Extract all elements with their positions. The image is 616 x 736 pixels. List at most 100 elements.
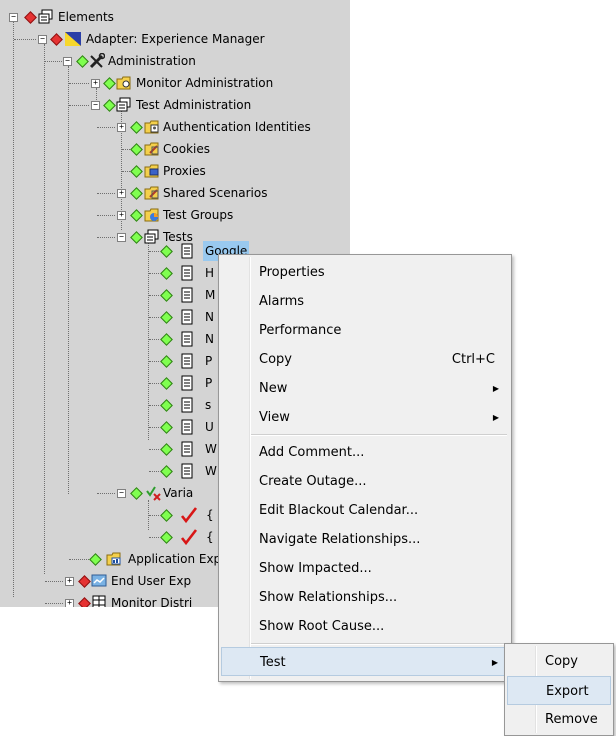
submenu-arrow-icon: ▶ (492, 384, 499, 393)
expand-icon[interactable]: + (117, 123, 126, 132)
menu-item-edit-blackout-calendar[interactable]: Edit Blackout Calendar... (221, 496, 509, 525)
tree-label: P (205, 376, 213, 390)
expand-icon[interactable]: + (117, 189, 126, 198)
collapse-icon[interactable]: − (91, 101, 100, 110)
tree-connector (149, 383, 159, 384)
document-icon (181, 353, 193, 369)
status-diamond-green-icon (160, 443, 173, 456)
status-diamond-green-icon (160, 399, 173, 412)
expand-icon[interactable]: + (91, 79, 100, 88)
document-icon (181, 287, 193, 303)
menu-item-test[interactable]: Test ▶ (221, 647, 509, 676)
tree-label: Proxies (163, 164, 206, 178)
menu-item-view[interactable]: View ▶ (221, 403, 509, 432)
document-icon (181, 397, 193, 413)
tree-row-monitor-administration[interactable]: + Monitor Administration (0, 73, 340, 93)
menu-item-properties[interactable]: Properties (221, 258, 509, 287)
context-menu[interactable]: Properties Alarms Performance Copy Ctrl+C… (218, 254, 512, 682)
end-user-icon (91, 574, 107, 587)
expand-icon[interactable]: + (65, 577, 74, 586)
tree-row-authentication-identities[interactable]: + Authentication Identities (0, 117, 345, 137)
submenu-item-remove[interactable]: Remove (507, 705, 611, 734)
tree-connector (149, 405, 159, 406)
tree-connector (45, 581, 63, 582)
tree-label: U (205, 420, 214, 434)
document-icon (181, 309, 193, 325)
tree-row-administration[interactable]: − Administration (0, 51, 340, 71)
expand-icon[interactable]: + (117, 211, 126, 220)
scenarios-folder-icon (144, 186, 159, 200)
submenu-arrow-icon: ▶ (492, 413, 499, 422)
tree-connector (149, 273, 159, 274)
document-icon (181, 419, 193, 435)
tree-label: Adapter: Experience Manager (86, 32, 265, 46)
tree-row-proxies[interactable]: Proxies (0, 161, 340, 181)
tree-connector (149, 449, 159, 450)
menu-item-show-root-cause[interactable]: Show Root Cause... (221, 612, 509, 641)
tree-label: Test Administration (136, 98, 252, 112)
status-diamond-red-icon (78, 575, 91, 588)
tree-connector (149, 251, 159, 252)
menu-item-create-outage[interactable]: Create Outage... (221, 467, 509, 496)
cookies-folder-icon (144, 142, 159, 156)
tree-label: M (205, 288, 216, 302)
tree-label: Application Exp (128, 552, 222, 566)
application-icon (106, 552, 121, 566)
tree-label: W (205, 464, 217, 478)
tree-label: Elements (58, 10, 114, 24)
menu-item-alarms[interactable]: Alarms (221, 287, 509, 316)
tree-row-test-groups[interactable]: + Test Groups (0, 205, 340, 225)
tree-row-adapter[interactable]: − Adapter: Experience Manager (0, 29, 340, 49)
monitor-admin-icon (116, 76, 131, 90)
tree-row-cookies[interactable]: Cookies (0, 139, 340, 159)
menu-item-show-relationships[interactable]: Show Relationships... (221, 583, 509, 612)
status-diamond-green-icon (103, 99, 116, 112)
tree-connector (97, 237, 115, 238)
status-diamond-green-icon (130, 143, 143, 156)
tree-label: Cookies (163, 142, 210, 156)
collapse-icon[interactable]: − (117, 489, 126, 498)
collapse-icon[interactable]: − (9, 13, 18, 22)
collapse-icon[interactable]: − (63, 57, 72, 66)
tree-row-test-administration[interactable]: − Test Administration (0, 95, 340, 115)
menu-item-copy[interactable]: Copy Ctrl+C (221, 345, 509, 374)
status-diamond-green-icon (130, 165, 143, 178)
tree-connector (69, 559, 89, 560)
collapse-icon[interactable]: − (38, 35, 47, 44)
menu-item-show-impacted[interactable]: Show Impacted... (221, 554, 509, 583)
tree-label: s (205, 398, 212, 412)
container-icon (38, 9, 53, 24)
menu-item-new[interactable]: New ▶ (221, 374, 509, 403)
tree-label: Shared Scenarios (163, 186, 268, 200)
tree-row-elements[interactable]: − Elements (0, 7, 340, 27)
tree-label: { (206, 508, 214, 522)
submenu-item-export[interactable]: Export (507, 676, 611, 705)
status-diamond-green-icon (160, 267, 173, 280)
submenu-item-copy[interactable]: Copy (507, 647, 611, 676)
tree-connector (97, 127, 115, 128)
tree-label: P (205, 354, 213, 368)
tree-label: H (205, 266, 215, 280)
tree-connector (14, 39, 36, 40)
expand-icon[interactable]: + (65, 599, 74, 607)
tree-row-shared-scenarios[interactable]: + Shared Scenarios (0, 183, 340, 203)
menu-separator (251, 434, 507, 436)
tree-label: N (205, 332, 214, 346)
menu-item-performance[interactable]: Performance (221, 316, 509, 345)
menu-item-add-comment[interactable]: Add Comment... (221, 438, 509, 467)
document-icon (181, 375, 193, 391)
status-diamond-green-icon (160, 465, 173, 478)
test-groups-folder-icon (144, 208, 159, 222)
distribution-icon (92, 595, 106, 607)
identity-folder-icon (144, 120, 159, 134)
menu-item-navigate-relationships[interactable]: Navigate Relationships... (221, 525, 509, 554)
submenu-arrow-icon: ▶ (491, 658, 498, 667)
status-diamond-green-icon (160, 355, 173, 368)
tree-label: N (205, 310, 214, 324)
tree-connector (149, 295, 159, 296)
tree-connector (69, 83, 89, 84)
test-submenu[interactable]: Copy Export Remove (504, 643, 614, 736)
status-diamond-green-icon (160, 421, 173, 434)
status-diamond-green-icon (160, 531, 173, 544)
tree-label: End User Exp (111, 574, 192, 588)
